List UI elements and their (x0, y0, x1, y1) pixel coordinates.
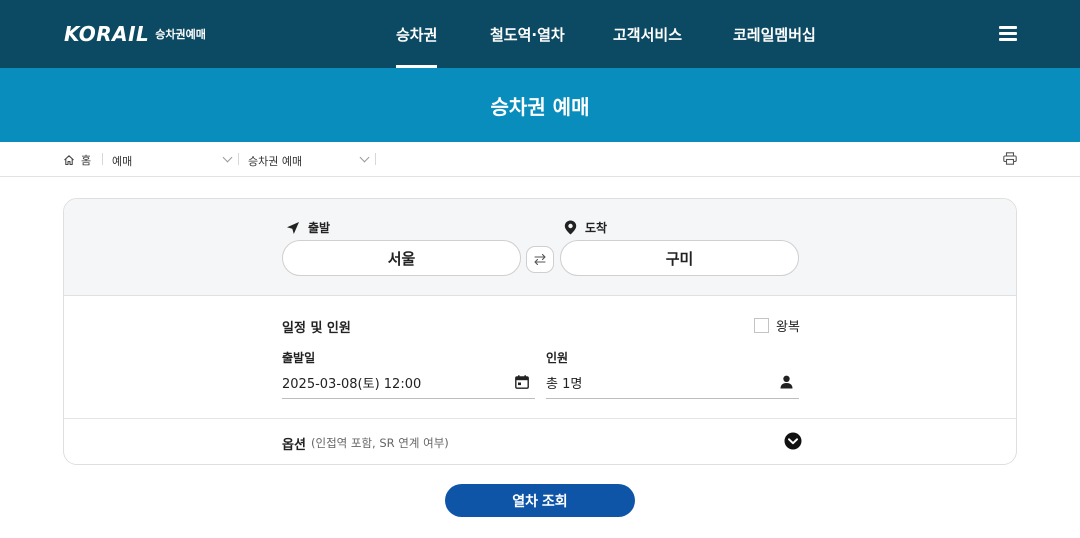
breadcrumb-divider (102, 153, 103, 165)
nav-item-customer-service[interactable]: 고객서비스 (613, 24, 682, 45)
location-pin-icon (564, 220, 577, 235)
options-title: 옵션 (282, 438, 306, 453)
options-description: (인접역 포함, SR 연계 여부) (311, 436, 449, 450)
station-selector: 출발 서울 도착 구미 (64, 199, 1016, 296)
departure-label-text: 출발 (308, 221, 331, 235)
passengers-value: 총 1명 (546, 376, 583, 392)
breadcrumb-select-level2[interactable]: 승차권 예매 (248, 153, 302, 169)
round-trip-toggle[interactable]: 왕복 (754, 316, 800, 335)
departure-date-label: 출발일 (282, 351, 316, 365)
passengers-field[interactable]: 총 1명 (546, 366, 799, 399)
breadcrumb-divider (375, 153, 376, 165)
options-row[interactable]: 옵션 (인접역 포함, SR 연계 여부) (64, 418, 1016, 464)
departure-date-field[interactable]: 2025-03-08(토) 12:00 (282, 366, 535, 399)
passengers-label: 인원 (546, 351, 569, 365)
chevron-down-circle-icon[interactable] (784, 432, 802, 450)
arrival-station-button[interactable]: 구미 (560, 240, 799, 276)
breadcrumb-home[interactable]: 홈 (63, 152, 91, 168)
top-navigation: KORAIL 승차권예매 승차권 철도역·열차 고객서비스 코레일멤버십 (0, 0, 1080, 68)
print-icon[interactable] (1003, 152, 1017, 165)
round-trip-checkbox[interactable] (754, 318, 769, 333)
round-trip-label: 왕복 (776, 320, 800, 335)
calendar-icon (515, 375, 529, 389)
swap-stations-button[interactable] (526, 246, 554, 273)
arrival-label: 도착 (564, 219, 607, 236)
swap-icon (534, 253, 546, 266)
departure-station-button[interactable]: 서울 (282, 240, 521, 276)
person-icon (780, 375, 793, 389)
main-menu: 승차권 철도역·열차 고객서비스 코레일멤버십 (0, 0, 1080, 68)
navigation-arrow-icon (287, 221, 299, 234)
breadcrumb-divider (238, 153, 239, 165)
home-icon (64, 155, 74, 166)
nav-item-stations-trains[interactable]: 철도역·열차 (490, 24, 565, 45)
departure-date-value: 2025-03-08(토) 12:00 (282, 376, 422, 392)
train-search-button[interactable]: 열차 조회 (445, 484, 635, 517)
breadcrumb: 홈 예매 승차권 예매 (0, 142, 1080, 177)
chevron-down-icon (359, 152, 370, 163)
arrival-label-text: 도착 (585, 221, 608, 235)
schedule-section-title: 일정 및 인원 (282, 321, 351, 336)
breadcrumb-select-level1[interactable]: 예매 (112, 153, 132, 169)
hamburger-icon[interactable] (999, 26, 1017, 41)
nav-item-membership[interactable]: 코레일멤버십 (733, 24, 816, 45)
page-title: 승차권 예매 (490, 94, 590, 119)
chevron-down-icon (222, 152, 233, 163)
departure-label: 출발 (286, 219, 330, 236)
breadcrumb-home-label: 홈 (81, 154, 92, 167)
page-banner: 승차권 예매 (0, 68, 1080, 142)
nav-item-tickets[interactable]: 승차권 (396, 24, 438, 68)
ticket-search-form: 출발 서울 도착 구미 일정 및 인원 왕복 출발일 2025-03-08(토)… (63, 198, 1017, 465)
